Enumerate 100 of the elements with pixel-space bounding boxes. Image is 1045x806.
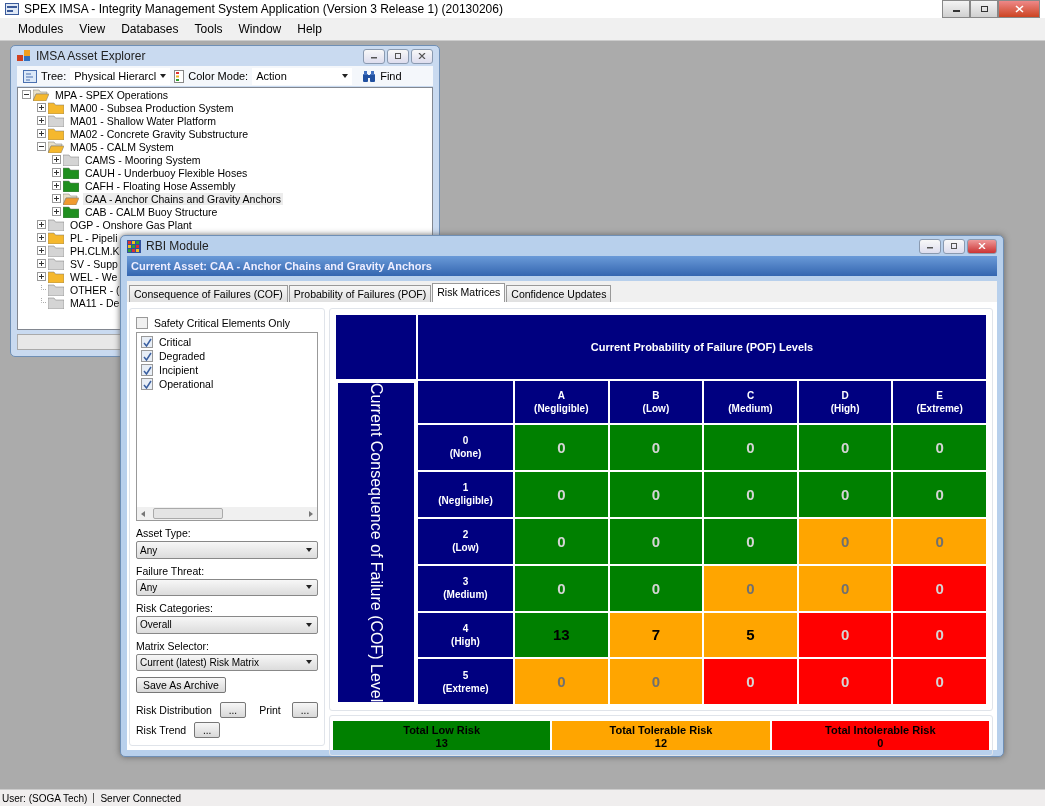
menu-item[interactable]: View — [73, 20, 112, 38]
tab[interactable]: Confidence Updates — [506, 285, 612, 302]
plus-icon[interactable] — [37, 129, 46, 138]
tree-item[interactable]: CAB - CALM Buoy Structure — [83, 205, 220, 218]
plus-icon[interactable] — [52, 194, 61, 203]
ellipsis-button[interactable]: ... — [194, 722, 221, 738]
matrix-cell: 0 — [609, 659, 703, 705]
tree-item[interactable]: MA11 - De — [68, 296, 122, 309]
maximize-button[interactable] — [970, 0, 998, 18]
checkbox[interactable] — [141, 364, 153, 377]
dropdown[interactable]: Current (latest) Risk Matrix — [136, 653, 318, 671]
matrix-cell: 0 — [893, 471, 986, 517]
checkbox-label: Incipient — [159, 364, 199, 377]
ellipsis-button[interactable]: ... — [292, 702, 318, 718]
dropdown[interactable]: Overall — [136, 616, 318, 634]
tree-item[interactable]: CAUH - Underbuoy Flexible Hoses — [83, 166, 250, 179]
tree-item[interactable]: WEL - We — [68, 270, 120, 283]
tree-item[interactable]: PL - Pipeli — [68, 231, 120, 244]
tab[interactable]: Risk Matrices — [432, 283, 506, 302]
tree-item[interactable]: PH.CLM.K — [68, 244, 122, 257]
explorer-icon — [17, 50, 31, 62]
row-header: 5 (Extreme) — [418, 659, 513, 705]
horizontal-scrollbar[interactable] — [137, 507, 317, 521]
column-header: C (Medium) — [704, 381, 797, 423]
left-arrow-icon[interactable] — [141, 510, 145, 517]
checkbox-label: Degraded — [159, 350, 206, 363]
tree-item[interactable]: MA02 - Concrete Gravity Substructure — [68, 127, 250, 140]
field-label: Matrix Selector: — [136, 639, 210, 652]
checkbox[interactable] — [141, 350, 153, 363]
row-header: 4 (High) — [418, 612, 513, 658]
close-button[interactable] — [998, 0, 1040, 18]
tree-item[interactable]: CAFH - Floating Hose Assembly — [83, 179, 238, 192]
save-as-archive-button[interactable]: Save As Archive — [136, 677, 226, 693]
matrix-cell: 0 — [893, 425, 986, 470]
tree-item[interactable]: OTHER - ( — [68, 283, 122, 296]
close-button[interactable] — [967, 238, 997, 254]
action-label: Risk Distribution — [136, 704, 212, 716]
checkbox[interactable] — [136, 316, 148, 329]
minus-icon[interactable] — [37, 142, 46, 151]
tree-item[interactable]: CAMS - Mooring System — [83, 153, 203, 166]
ellipsis-button[interactable]: ... — [219, 702, 246, 718]
dropdown[interactable]: Any — [136, 541, 318, 559]
menu-item[interactable]: Databases — [115, 20, 185, 38]
plus-icon[interactable] — [37, 259, 46, 268]
total-cell: Total Tolerable Risk 12 — [552, 721, 770, 751]
tree-item[interactable]: MA01 - Shallow Water Platform — [68, 114, 219, 127]
maximize-button[interactable] — [943, 238, 965, 254]
tree-item[interactable]: MA00 - Subsea Production System — [68, 101, 236, 114]
plus-icon[interactable] — [37, 233, 46, 242]
menu-item[interactable]: Help — [291, 20, 328, 38]
matrix-cell: 0 — [515, 471, 608, 517]
matrix-cell: 0 — [609, 518, 703, 564]
maximize-button[interactable] — [387, 48, 409, 64]
tree-item[interactable]: OGP - Onshore Gas Plant — [68, 218, 194, 231]
minimize-button[interactable] — [942, 0, 970, 18]
matrix-cell: 0 — [893, 565, 986, 611]
menu-item[interactable]: Tools — [188, 20, 229, 38]
plus-icon[interactable] — [37, 103, 46, 112]
plus-icon[interactable] — [52, 181, 61, 190]
plus-icon[interactable] — [37, 272, 46, 281]
minus-icon[interactable] — [22, 90, 31, 99]
tree-dropdown[interactable]: Physical Hierarcl — [70, 67, 171, 85]
plus-icon[interactable] — [52, 155, 61, 164]
app-icon — [5, 3, 19, 15]
dropdown[interactable]: Any — [136, 578, 318, 597]
find-button[interactable]: Find — [380, 70, 402, 82]
plus-icon[interactable] — [52, 207, 61, 216]
tree-label: Tree: — [41, 70, 67, 82]
matrix-cell: 0 — [798, 612, 892, 658]
plus-icon[interactable] — [37, 116, 46, 125]
color-mode-dropdown[interactable]: Action — [252, 67, 353, 85]
menu-item[interactable]: Modules — [12, 20, 70, 38]
plus-icon[interactable] — [37, 246, 46, 255]
tree-item[interactable]: MPA - SPEX Operations — [53, 88, 171, 101]
field-label: Risk Categories: — [136, 602, 215, 615]
field-label: Asset Type: — [136, 527, 192, 540]
checkbox[interactable] — [141, 378, 153, 391]
close-button[interactable] — [411, 48, 433, 64]
tree-item[interactable]: SV - Supp — [68, 257, 120, 270]
matrix-cell: 0 — [515, 565, 608, 611]
matrix-cell: 0 — [704, 659, 797, 705]
plus-icon[interactable] — [37, 220, 46, 229]
row-header: 2 (Low) — [418, 518, 513, 564]
checkbox[interactable] — [141, 336, 153, 349]
color-mode-icon — [174, 69, 185, 83]
tree-item[interactable]: CAA - Anchor Chains and Gravity Anchors — [83, 192, 284, 205]
right-arrow-icon[interactable] — [309, 510, 313, 517]
tab[interactable]: Consequence of Failures (COF) — [129, 285, 288, 302]
menu-item[interactable]: Window — [232, 20, 288, 38]
plus-icon[interactable] — [52, 168, 61, 177]
tree-item[interactable]: MA05 - CALM System — [68, 140, 176, 153]
side-title: Current Consequence of Failure (COF) Level — [336, 381, 416, 705]
row-header: 3 (Medium) — [418, 565, 513, 611]
column-header: B (Low) — [609, 381, 703, 423]
close-icon — [1014, 5, 1024, 13]
matrix-cell: 0 — [609, 425, 703, 470]
binoculars-icon — [362, 70, 377, 82]
tab[interactable]: Probability of Failures (POF) — [288, 285, 432, 302]
total-cell: Total Low Risk 13 — [333, 721, 551, 751]
window-title: IMSA Asset Explorer — [36, 49, 146, 63]
